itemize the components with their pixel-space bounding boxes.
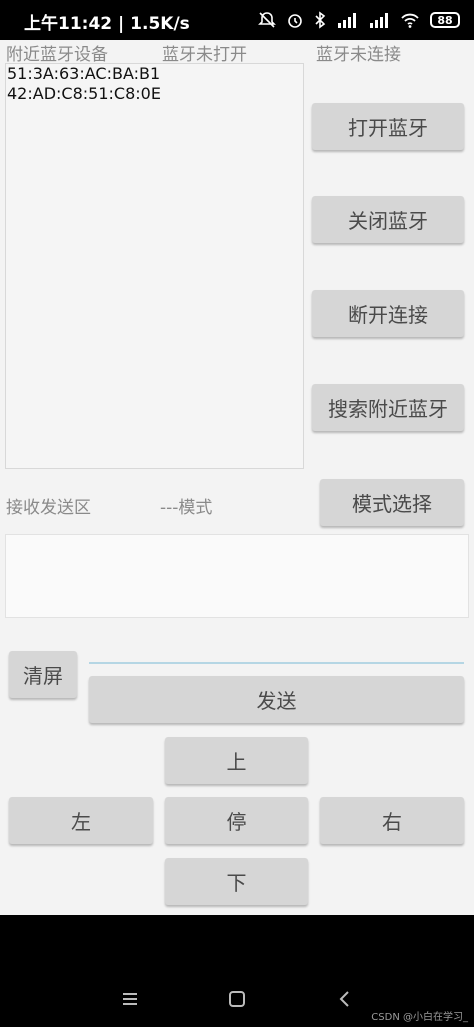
right-button[interactable]: 右 — [320, 797, 464, 844]
status-bar: 上午11:42 | 1.5K/s 88 — [0, 0, 474, 40]
menu-icon[interactable] — [121, 991, 139, 1010]
device-item[interactable]: 51:3A:63:AC:BA:B1 — [6, 64, 303, 84]
up-button[interactable]: 上 — [165, 737, 308, 784]
watermark: CSDN @小白在学习_ — [371, 1012, 468, 1023]
wifi-icon — [400, 11, 420, 29]
mode-select-button[interactable]: 模式选择 — [320, 479, 464, 526]
down-button[interactable]: 下 — [165, 858, 308, 905]
signal-hd-icon-2 — [368, 11, 390, 29]
connection-state-label: 蓝牙未连接 — [316, 45, 401, 65]
signal-hd-icon — [336, 11, 358, 29]
close-bluetooth-button[interactable]: 关闭蓝牙 — [312, 196, 464, 243]
bluetooth-state-label: 蓝牙未打开 — [162, 45, 247, 65]
device-item[interactable]: 42:AD:C8:51:C8:0E — [6, 84, 303, 104]
receive-text-area[interactable] — [5, 534, 469, 618]
bluetooth-icon — [314, 11, 326, 29]
mode-label: ---模式 — [160, 498, 213, 518]
navigation-bar: CSDN @小白在学习_ — [0, 915, 474, 1027]
receive-send-area-label: 接收发送区 — [6, 498, 91, 518]
open-bluetooth-button[interactable]: 打开蓝牙 — [312, 103, 464, 150]
nearby-devices-label: 附近蓝牙设备 — [6, 45, 108, 65]
mute-notification-icon — [258, 11, 276, 29]
left-button[interactable]: 左 — [9, 797, 153, 844]
device-list[interactable]: 51:3A:63:AC:BA:B1 42:AD:C8:51:C8:0E — [5, 63, 304, 469]
status-icons: 88 — [258, 8, 460, 32]
clear-screen-button[interactable]: 清屏 — [9, 651, 77, 698]
status-time: 上午11:42 | 1.5K/s — [24, 14, 190, 34]
disconnect-button[interactable]: 断开连接 — [312, 290, 464, 337]
back-icon[interactable] — [338, 990, 352, 1012]
send-input[interactable] — [89, 640, 464, 664]
search-nearby-button[interactable]: 搜索附近蓝牙 — [312, 384, 464, 431]
stop-button[interactable]: 停 — [165, 797, 308, 844]
home-icon[interactable] — [228, 990, 246, 1012]
send-button[interactable]: 发送 — [89, 676, 464, 723]
alarm-icon — [286, 11, 304, 29]
battery-icon: 88 — [430, 12, 460, 28]
